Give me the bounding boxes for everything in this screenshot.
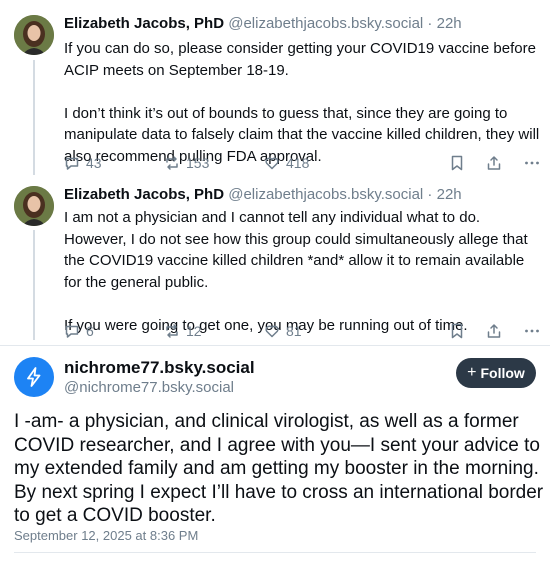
author-handle[interactable]: @elizabethjacobs.bsky.social — [228, 15, 423, 32]
plus-icon: + — [467, 364, 477, 381]
author-name[interactable]: nichrome77.bsky.social — [64, 357, 255, 379]
avatar[interactable] — [14, 357, 54, 397]
lightning-icon — [27, 367, 41, 387]
repost-count: 153 — [186, 155, 210, 171]
post-body: I am not a physician and I cannot tell a… — [64, 207, 544, 336]
repost-button[interactable]: 12 — [164, 323, 264, 339]
like-button[interactable]: 81 — [264, 323, 364, 339]
repost-count: 12 — [186, 323, 202, 339]
post-secondary-actions — [450, 155, 540, 171]
avatar[interactable] — [14, 186, 54, 226]
avatar[interactable] — [14, 15, 54, 55]
reply-count: 43 — [86, 155, 102, 171]
more-icon[interactable] — [524, 323, 540, 339]
post-meta: Elizabeth Jacobs, PhD @elizabethjacobs.b… — [64, 185, 462, 205]
reply-count: 6 — [86, 323, 94, 339]
post-secondary-actions — [450, 323, 540, 339]
like-count: 418 — [286, 155, 310, 171]
reply-icon — [65, 157, 79, 170]
thread-line — [33, 230, 35, 340]
author-handle[interactable]: @elizabethjacobs.bsky.social — [228, 186, 423, 203]
post-date: September 12, 2025 at 8:36 PM — [14, 528, 199, 543]
divider — [0, 345, 550, 346]
like-button[interactable]: 418 — [264, 155, 364, 171]
more-icon[interactable] — [524, 155, 540, 171]
bookmark-icon[interactable] — [450, 323, 464, 339]
repost-icon — [166, 324, 178, 338]
author-handle[interactable]: @nichrome77.bsky.social — [64, 378, 234, 398]
avatar-image — [14, 186, 54, 226]
post-body: If you can do so, please consider gettin… — [64, 38, 544, 167]
follow-label: Follow — [480, 365, 525, 381]
like-icon — [265, 325, 279, 338]
repost-icon — [166, 156, 178, 170]
reply-icon — [65, 325, 79, 338]
author-name[interactable]: Elizabeth Jacobs, PhD — [64, 186, 224, 203]
post-time: · 22h — [423, 15, 462, 32]
post-time: · 22h — [423, 186, 462, 203]
reply-button[interactable]: 6 — [64, 323, 164, 339]
main-post-text: I -am- a physician, and clinical virolog… — [14, 411, 544, 526]
post-actions: 6 12 81 — [64, 320, 540, 342]
post-paragraph: If you can do so, please consider gettin… — [64, 40, 536, 79]
divider — [14, 552, 536, 553]
post-meta: Elizabeth Jacobs, PhD @elizabethjacobs.b… — [64, 14, 462, 34]
repost-button[interactable]: 153 — [164, 155, 264, 171]
like-count: 81 — [286, 323, 302, 339]
thread-line — [33, 60, 35, 175]
post-actions: 43 153 418 — [64, 152, 540, 174]
share-icon[interactable] — [486, 323, 502, 339]
follow-button[interactable]: + Follow — [456, 358, 536, 388]
bookmark-icon[interactable] — [450, 155, 464, 171]
reply-button[interactable]: 43 — [64, 155, 164, 171]
avatar-image — [14, 15, 54, 55]
like-icon — [265, 157, 279, 170]
author-name[interactable]: Elizabeth Jacobs, PhD — [64, 15, 224, 32]
share-icon[interactable] — [486, 155, 502, 171]
post-paragraph: I am not a physician and I cannot tell a… — [64, 209, 528, 291]
